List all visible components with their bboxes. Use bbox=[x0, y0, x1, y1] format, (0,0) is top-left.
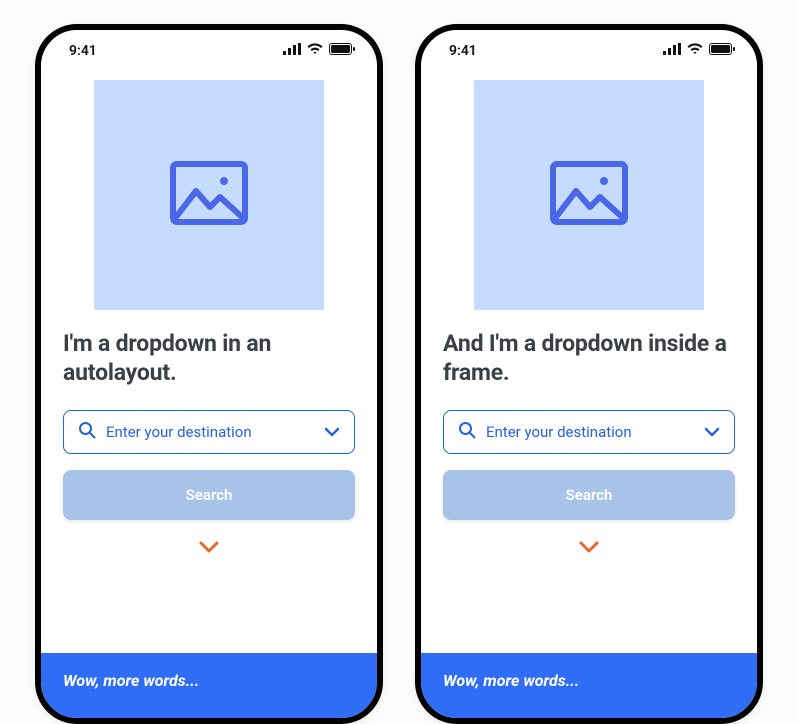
wifi-icon bbox=[307, 43, 323, 59]
status-indicators bbox=[663, 43, 735, 59]
expand-chevron[interactable] bbox=[63, 540, 355, 554]
destination-dropdown[interactable]: Enter your destination bbox=[63, 410, 355, 454]
footer-text: Wow, more words... bbox=[63, 671, 199, 690]
search-button-label: Search bbox=[186, 486, 233, 504]
battery-icon bbox=[329, 43, 355, 59]
image-placeholder bbox=[474, 80, 704, 310]
search-button[interactable]: Search bbox=[443, 470, 735, 520]
destination-dropdown[interactable]: Enter your destination bbox=[443, 410, 735, 454]
heading: And I'm a dropdown inside a frame. bbox=[443, 330, 735, 388]
image-placeholder-wrap bbox=[443, 80, 735, 330]
screen-content: And I'm a dropdown inside a frame. Enter… bbox=[421, 72, 757, 653]
footer-text: Wow, more words... bbox=[443, 671, 579, 690]
status-time: 9:41 bbox=[69, 43, 97, 59]
image-icon bbox=[170, 161, 248, 229]
search-icon bbox=[458, 421, 476, 443]
cellular-icon bbox=[663, 43, 681, 59]
search-button[interactable]: Search bbox=[63, 470, 355, 520]
cellular-icon bbox=[283, 43, 301, 59]
image-placeholder-wrap bbox=[63, 80, 355, 330]
phone-mockup-left: 9:41 I'm a dropdown in an autolayout. bbox=[35, 24, 383, 724]
search-icon bbox=[78, 421, 96, 443]
expand-chevron[interactable] bbox=[443, 540, 735, 554]
dropdown-placeholder: Enter your destination bbox=[106, 423, 314, 441]
status-time: 9:41 bbox=[449, 43, 477, 59]
chevron-down-icon bbox=[324, 423, 340, 441]
status-bar: 9:41 bbox=[421, 30, 757, 72]
image-placeholder bbox=[94, 80, 324, 310]
footer-band: Wow, more words... bbox=[421, 653, 757, 718]
footer-band: Wow, more words... bbox=[41, 653, 377, 718]
battery-icon bbox=[709, 43, 735, 59]
search-button-label: Search bbox=[566, 486, 613, 504]
status-bar: 9:41 bbox=[41, 30, 377, 72]
chevron-down-icon bbox=[704, 423, 720, 441]
image-icon bbox=[550, 161, 628, 229]
wifi-icon bbox=[687, 43, 703, 59]
status-indicators bbox=[283, 43, 355, 59]
phone-mockup-right: 9:41 And I'm a dropdown inside a frame. bbox=[415, 24, 763, 724]
dropdown-placeholder: Enter your destination bbox=[486, 423, 694, 441]
screen-content: I'm a dropdown in an autolayout. Enter y… bbox=[41, 72, 377, 653]
heading: I'm a dropdown in an autolayout. bbox=[63, 330, 355, 388]
